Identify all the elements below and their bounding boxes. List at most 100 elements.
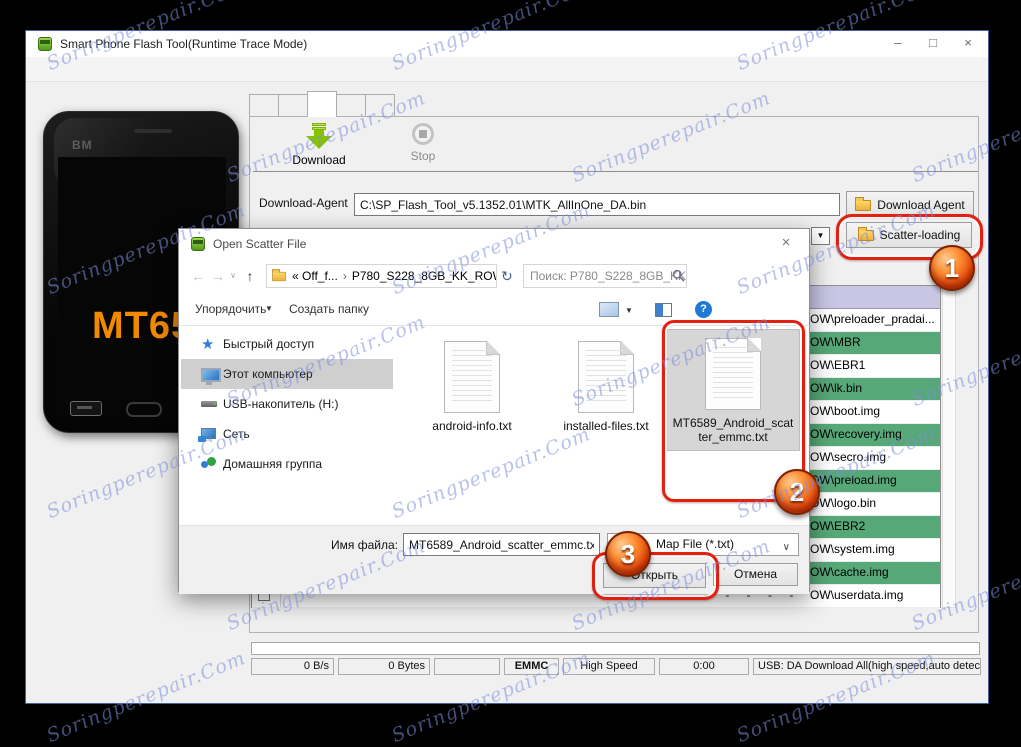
preview-pane-icon[interactable] — [655, 303, 672, 317]
filename-label: Имя файла: — [331, 538, 398, 552]
file-name: android-info.txt — [432, 419, 512, 433]
up-icon[interactable]: ↑ — [241, 263, 259, 289]
phone-speaker — [134, 129, 172, 133]
file-item[interactable]: android-info.txt — [407, 333, 537, 439]
navigation-row: ← → ∨ ↑ « Off_f... › P780_S228_8GB_KK_RO… — [179, 263, 809, 291]
tab[interactable] — [365, 94, 395, 117]
text-file-icon — [444, 341, 500, 413]
download-arrow-icon — [306, 123, 332, 149]
status-storage-type: EMMC — [504, 658, 559, 675]
phone-home-button — [126, 402, 162, 417]
sidebar-item-label: Быстрый доступ — [223, 337, 315, 351]
menu-item[interactable] — [50, 57, 74, 81]
toolbar-separator — [253, 171, 978, 172]
partition-location: OW\logo.bin — [810, 496, 877, 510]
menu-item[interactable] — [26, 57, 50, 81]
home-icon — [201, 456, 217, 472]
partition-location: OW\preloader_pradai... — [810, 312, 935, 326]
star-icon — [201, 335, 217, 353]
view-thumbnails-icon[interactable] — [599, 302, 619, 317]
cancel-button[interactable]: Отмена — [713, 563, 798, 586]
partition-location: OW\recovery.img — [810, 427, 902, 441]
search-input[interactable]: Поиск: P780_S228_8GB_KK_R... — [523, 264, 687, 288]
tab-strip — [249, 91, 395, 117]
partition-location: OW\system.img — [810, 542, 895, 556]
status-bytes: 0 Bytes — [338, 658, 430, 675]
sidebar-item[interactable]: Домашняя группа — [181, 449, 393, 479]
tab[interactable] — [336, 94, 366, 117]
partition-location: OW\preload.img — [810, 473, 897, 487]
sidebar-item-label: Этот компьютер — [223, 367, 313, 381]
tab[interactable] — [307, 91, 337, 117]
title-bar: Smart Phone Flash Tool(Runtime Trace Mod… — [26, 31, 988, 58]
net-icon — [198, 428, 216, 442]
organize-caret-icon: ▼ — [265, 304, 273, 313]
scatter-file-combo-dropdown[interactable]: ▼ — [811, 227, 830, 245]
forward-icon[interactable]: → — [209, 263, 227, 289]
status-usb-speed: High Speed — [563, 658, 655, 675]
refresh-icon[interactable]: ↻ — [501, 266, 513, 286]
dialog-icon — [191, 237, 205, 251]
partition-location: OW\MBR — [810, 335, 861, 349]
stop-action[interactable]: Stop — [393, 123, 453, 163]
partition-location: OW\boot.img — [810, 404, 881, 418]
annotation-step-3: 3 — [605, 531, 651, 577]
status-spare — [434, 658, 500, 675]
sidebar-item[interactable]: Быстрый доступ — [181, 329, 393, 359]
breadcrumb-folder[interactable]: P780_S228_8GB_KK_ROW — [352, 265, 496, 287]
back-icon[interactable]: ← — [189, 263, 207, 289]
text-file-icon — [578, 341, 634, 413]
sidebar-item[interactable]: USB-накопитель (H:) — [181, 389, 393, 419]
stop-icon — [412, 123, 434, 145]
annotation-step-2: 2 — [774, 469, 820, 515]
tab[interactable] — [278, 94, 308, 117]
sidebar-item-label: Домашняя группа — [223, 457, 323, 471]
history-dropdown-icon[interactable]: ∨ — [227, 263, 239, 289]
window-title: Smart Phone Flash Tool(Runtime Trace Mod… — [60, 37, 308, 51]
annotation-step-1: 1 — [929, 245, 975, 291]
new-folder-button[interactable]: Создать папку — [289, 302, 369, 316]
pc-icon — [201, 368, 221, 385]
sidebar-item[interactable]: Этот компьютер — [181, 359, 393, 389]
minimize-button[interactable]: – — [883, 31, 913, 57]
tab[interactable] — [249, 94, 279, 117]
menu-item[interactable] — [74, 57, 98, 81]
stop-action-label: Stop — [410, 149, 436, 163]
dialog-title-bar: Open Scatter File × — [179, 229, 809, 259]
file-item[interactable]: installed-files.txt — [541, 333, 671, 439]
flash-progress-bar — [251, 642, 980, 655]
menu-bar — [26, 57, 988, 82]
partition-location: OW\EBR2 — [810, 519, 866, 533]
filetype-value: Map File (*.txt) — [656, 537, 735, 551]
menu-item[interactable] — [98, 57, 122, 81]
address-bar[interactable]: « Off_f... › P780_S228_8GB_KK_ROW ∨ — [266, 264, 497, 288]
status-usb-mode: USB: DA Download All(high speed,auto det… — [753, 658, 981, 675]
folder-icon — [272, 268, 286, 281]
breadcrumb-root[interactable]: « Off_f... — [292, 265, 338, 287]
partition-location: OW\secro.img — [810, 450, 887, 464]
usb-icon — [201, 401, 217, 407]
sidebar-item[interactable]: Сеть — [181, 419, 393, 449]
organize-menu[interactable]: Упорядочить — [195, 302, 266, 316]
app-icon — [38, 37, 52, 51]
file-name: installed-files.txt — [563, 419, 649, 433]
maximize-button[interactable]: □ — [918, 31, 948, 57]
phone-brand-label: BM — [72, 138, 93, 152]
view-dropdown-icon[interactable]: ▼ — [625, 306, 633, 315]
status-speed: 0 B/s — [251, 658, 334, 675]
download-action-label: Download — [292, 153, 346, 167]
partition-location: OW\userdata.img — [810, 588, 904, 602]
help-icon[interactable]: ? — [695, 301, 712, 318]
download-action[interactable]: Download — [274, 123, 364, 167]
table-scrollbar[interactable] — [942, 285, 956, 608]
download-agent-path-input[interactable] — [354, 193, 840, 216]
close-button[interactable]: × — [953, 31, 983, 57]
filename-input[interactable] — [403, 533, 600, 556]
dialog-title: Open Scatter File — [213, 237, 307, 251]
folder-icon — [855, 196, 872, 211]
dialog-close-icon[interactable]: × — [773, 229, 799, 259]
download-agent-button-label: Download Agent — [877, 198, 965, 212]
partition-location: OW\cache.img — [810, 565, 889, 579]
dialog-sidebar: Быстрый доступ Этот компьютер USB-накопи… — [181, 329, 393, 525]
phone-menu-button — [70, 401, 102, 416]
